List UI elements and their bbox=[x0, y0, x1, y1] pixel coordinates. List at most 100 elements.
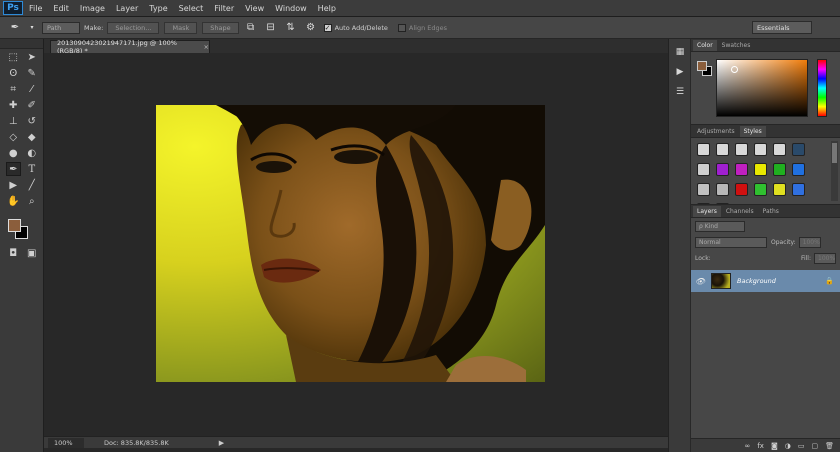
history-brush-tool-icon[interactable]: ↺ bbox=[25, 114, 40, 128]
eraser-tool-icon[interactable]: ◇ bbox=[6, 130, 21, 144]
make-mask-button[interactable]: Mask bbox=[164, 21, 198, 34]
lasso-tool-icon[interactable]: ʘ bbox=[6, 66, 21, 80]
menu-image[interactable]: Image bbox=[80, 4, 105, 13]
color-picker-field[interactable] bbox=[716, 59, 808, 117]
move-tool-icon[interactable]: ➤ bbox=[25, 50, 40, 64]
menu-layer[interactable]: Layer bbox=[116, 4, 138, 13]
style-swatch[interactable] bbox=[754, 163, 767, 176]
type-tool-icon[interactable]: T bbox=[25, 162, 39, 176]
workspace-select[interactable]: Essentials bbox=[752, 21, 812, 34]
new-group-icon[interactable]: ▭ bbox=[798, 442, 805, 450]
zoom-tool-icon[interactable]: ⌕ bbox=[25, 194, 40, 208]
history-panel-icon[interactable]: ▦ bbox=[671, 45, 689, 59]
tools-panel-grip[interactable] bbox=[0, 39, 43, 49]
blur-tool-icon[interactable]: ● bbox=[6, 146, 21, 160]
foreground-color-swatch[interactable] bbox=[8, 219, 21, 232]
dodge-tool-icon[interactable]: ◐ bbox=[25, 146, 40, 160]
make-shape-button[interactable]: Shape bbox=[202, 21, 239, 34]
properties-panel-icon[interactable]: ☰ bbox=[671, 85, 689, 99]
visibility-eye-icon[interactable]: 👁 bbox=[695, 277, 707, 286]
screen-mode-icon[interactable]: ▣ bbox=[25, 246, 40, 260]
menu-view[interactable]: View bbox=[245, 4, 264, 13]
actions-panel-icon[interactable]: ▶ bbox=[671, 65, 689, 79]
crop-tool-icon[interactable]: ⌗ bbox=[6, 82, 21, 96]
style-swatch[interactable] bbox=[773, 143, 786, 156]
style-swatch[interactable] bbox=[735, 143, 748, 156]
auto-add-delete-checkbox[interactable]: ✓ bbox=[323, 23, 332, 32]
canvas-area[interactable] bbox=[44, 53, 688, 436]
style-swatch[interactable] bbox=[773, 163, 786, 176]
document-tab[interactable]: 2013090423021947171.jpg @ 100% (RGB/8) *… bbox=[50, 39, 210, 55]
quick-selection-tool-icon[interactable]: ✎ bbox=[25, 66, 40, 80]
delete-layer-icon[interactable]: 🗑 bbox=[825, 442, 834, 450]
style-swatch[interactable] bbox=[735, 163, 748, 176]
chevron-down-icon[interactable]: ▾ bbox=[28, 21, 36, 35]
layer-row-background[interactable]: 👁 Background 🔒 bbox=[691, 270, 840, 292]
zoom-field[interactable]: 100% bbox=[48, 437, 84, 448]
document-photo[interactable] bbox=[156, 105, 545, 382]
tab-layers[interactable]: Layers bbox=[693, 206, 721, 217]
style-swatch[interactable] bbox=[792, 183, 805, 196]
menu-filter[interactable]: Filter bbox=[214, 4, 234, 13]
hand-tool-icon[interactable]: ✋ bbox=[6, 194, 21, 208]
line-tool-icon[interactable]: ╱ bbox=[25, 178, 40, 192]
color-picker-marker[interactable] bbox=[731, 66, 738, 73]
blend-mode-select[interactable]: Normal bbox=[695, 236, 767, 248]
tab-channels[interactable]: Channels bbox=[722, 206, 758, 217]
opacity-field[interactable]: 100% bbox=[798, 236, 821, 248]
styles-scrollbar[interactable] bbox=[831, 141, 838, 201]
style-swatch[interactable] bbox=[716, 163, 729, 176]
pen-tool-icon[interactable]: ✒ bbox=[6, 162, 21, 176]
menu-edit[interactable]: Edit bbox=[53, 4, 69, 13]
healing-brush-tool-icon[interactable]: ✚ bbox=[6, 98, 21, 112]
style-swatch[interactable] bbox=[754, 143, 767, 156]
adjustment-layer-icon[interactable]: ◑ bbox=[785, 442, 791, 450]
eyedropper-tool-icon[interactable]: ⁄ bbox=[25, 82, 40, 96]
style-swatch[interactable] bbox=[716, 183, 729, 196]
path-arrangement-icon[interactable]: ⇅ bbox=[284, 21, 298, 35]
menu-type[interactable]: Type bbox=[149, 4, 167, 13]
add-mask-icon[interactable]: ◙ bbox=[771, 442, 778, 450]
tab-adjustments[interactable]: Adjustments bbox=[693, 126, 739, 137]
status-menu-arrow-icon[interactable]: ▶ bbox=[219, 439, 224, 447]
paint-bucket-tool-icon[interactable]: ◆ bbox=[25, 130, 40, 144]
new-layer-icon[interactable]: ▢ bbox=[811, 442, 818, 450]
fill-field[interactable]: 100% bbox=[814, 252, 836, 264]
tab-color[interactable]: Color bbox=[693, 40, 717, 51]
tab-swatches[interactable]: Swatches bbox=[718, 40, 755, 51]
menu-window[interactable]: Window bbox=[275, 4, 307, 13]
settings-gear-icon[interactable]: ⚙ bbox=[304, 21, 318, 35]
style-swatch[interactable] bbox=[697, 143, 710, 156]
styles-scrollbar-thumb[interactable] bbox=[832, 143, 837, 163]
color-panel-foreground-swatch[interactable] bbox=[697, 61, 707, 71]
path-selection-tool-icon[interactable]: ▶ bbox=[6, 178, 21, 192]
menu-file[interactable]: File bbox=[29, 4, 42, 13]
style-swatch[interactable] bbox=[697, 183, 710, 196]
style-swatch[interactable] bbox=[697, 163, 710, 176]
style-swatch[interactable] bbox=[792, 163, 805, 176]
marquee-tool-icon[interactable]: ⬚ bbox=[6, 50, 21, 64]
style-swatch[interactable] bbox=[773, 183, 786, 196]
close-icon[interactable]: × bbox=[204, 43, 209, 51]
quick-mask-icon[interactable]: ◘ bbox=[6, 246, 21, 260]
tool-mode-select[interactable]: Path bbox=[42, 21, 80, 34]
hue-slider[interactable] bbox=[817, 59, 827, 117]
layer-kind-filter[interactable]: ρ Kind bbox=[695, 220, 745, 232]
path-alignment-icon[interactable]: ⊟ bbox=[264, 21, 278, 35]
clone-stamp-tool-icon[interactable]: ⊥ bbox=[6, 114, 21, 128]
style-swatch[interactable] bbox=[716, 143, 729, 156]
link-layers-icon[interactable]: ∞ bbox=[745, 442, 751, 450]
style-swatch[interactable] bbox=[792, 143, 805, 156]
style-swatch[interactable] bbox=[735, 183, 748, 196]
align-edges-checkbox[interactable] bbox=[397, 23, 406, 32]
make-selection-button[interactable]: Selection... bbox=[107, 21, 160, 34]
path-operations-icon[interactable]: ⧉ bbox=[244, 21, 258, 35]
pen-tool-preset-icon[interactable]: ✒ bbox=[8, 21, 22, 35]
brush-tool-icon[interactable]: ✐ bbox=[25, 98, 40, 112]
tab-styles[interactable]: Styles bbox=[739, 126, 766, 137]
menu-help[interactable]: Help bbox=[318, 4, 336, 13]
menu-select[interactable]: Select bbox=[179, 4, 204, 13]
tab-paths[interactable]: Paths bbox=[759, 206, 783, 217]
layer-name[interactable]: Background bbox=[737, 277, 776, 285]
style-swatch[interactable] bbox=[754, 183, 767, 196]
